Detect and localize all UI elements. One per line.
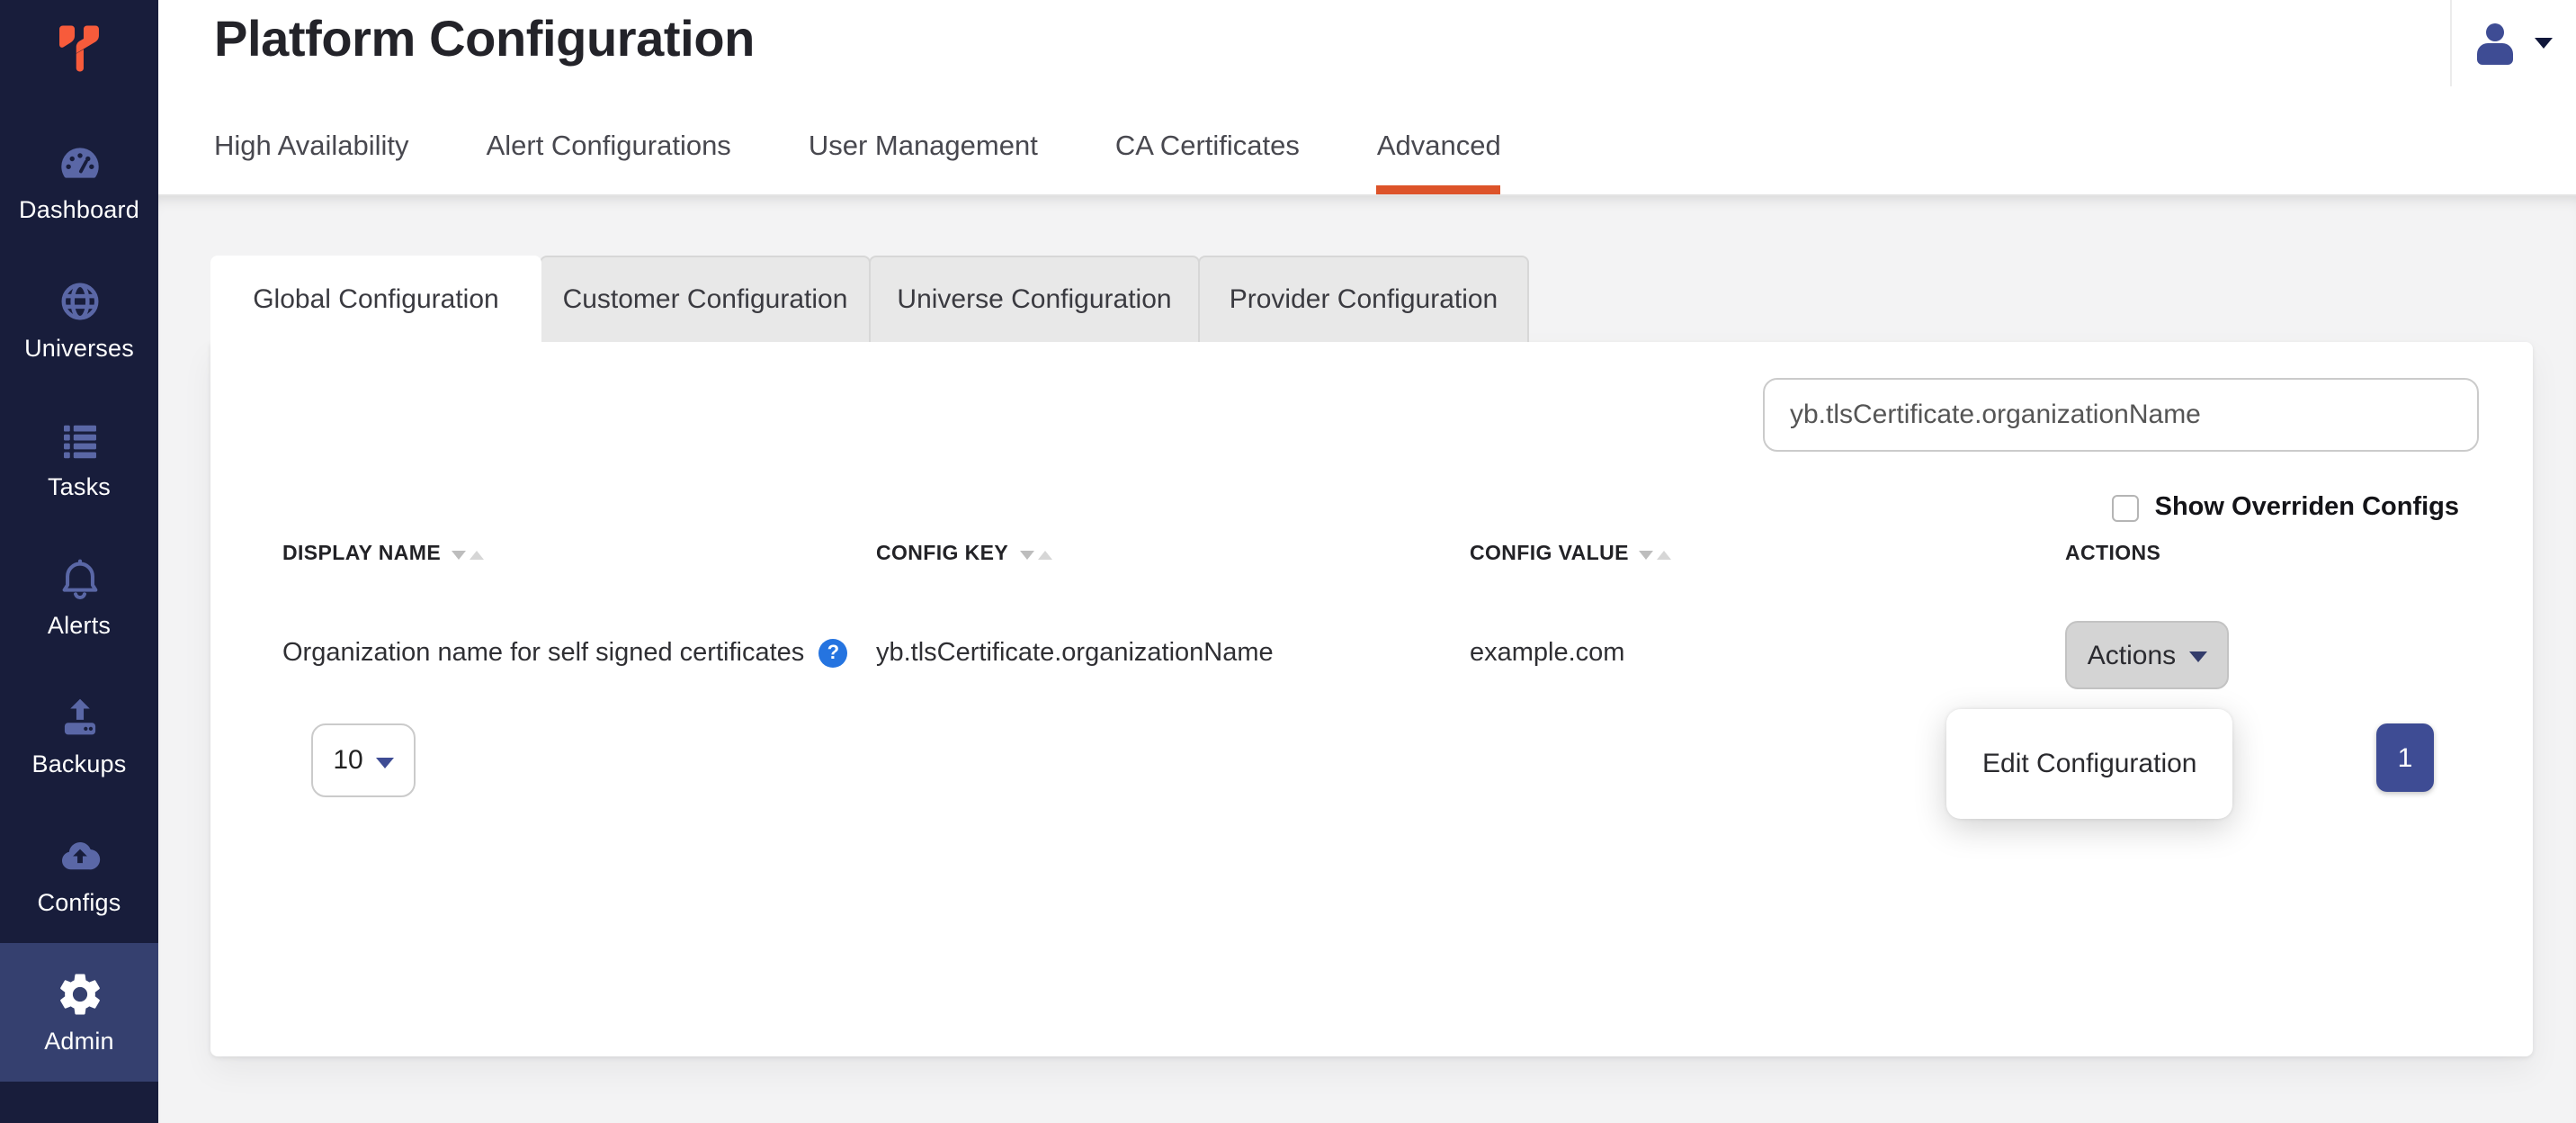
sort-icons (1019, 550, 1051, 559)
subtab-provider-configuration[interactable]: Provider Configuration (1198, 256, 1529, 342)
sidebar-item-tasks[interactable]: Tasks (0, 389, 158, 527)
menu-item-edit-configuration[interactable]: Edit Configuration (1946, 749, 2233, 779)
cell-config-value: example.com (1470, 639, 1624, 668)
tasks-list-icon (55, 416, 103, 464)
sidebar-nav: Dashboard Universes Tasks (0, 112, 158, 1082)
yugabyte-logo-icon (49, 16, 110, 81)
column-header-config-value[interactable]: CONFIG VALUE (1470, 544, 1672, 565)
page-title: Platform Configuration (214, 9, 755, 70)
column-header-actions: ACTIONS (2065, 544, 2160, 565)
help-icon[interactable]: ? (818, 639, 847, 668)
subtab-customer-configuration[interactable]: Customer Configuration (540, 256, 871, 342)
tab-advanced[interactable]: Advanced (1377, 121, 1501, 194)
tab-ca-certificates[interactable]: CA Certificates (1115, 121, 1300, 194)
user-menu[interactable] (2450, 0, 2576, 86)
sidebar-item-label: Universes (24, 335, 134, 362)
sidebar-item-admin[interactable]: Admin (0, 943, 158, 1082)
subtab-global-configuration[interactable]: Global Configuration (210, 256, 541, 344)
tab-alert-configurations[interactable]: Alert Configurations (487, 121, 731, 194)
sidebar-item-alerts[interactable]: Alerts (0, 527, 158, 666)
cell-config-key: yb.tlsCertificate.organizationName (876, 639, 1274, 668)
sidebar-item-backups[interactable]: Backups (0, 666, 158, 804)
content-area: Global Configuration Customer Configurat… (158, 196, 2576, 1123)
configs-cloud-icon (55, 831, 103, 880)
tab-user-management[interactable]: User Management (809, 121, 1038, 194)
screen: Dashboard Universes Tasks (0, 0, 2576, 1123)
sidebar-item-label: Tasks (48, 473, 111, 500)
app-root: Dashboard Universes Tasks (0, 0, 2576, 1123)
sort-asc-icon (1658, 550, 1672, 559)
actions-dropdown-menu: Edit Configuration (1946, 709, 2232, 819)
sort-asc-icon (470, 550, 484, 559)
global-configuration-panel: Show Overriden Configs DISPLAY NAME CONF… (210, 342, 2533, 1056)
config-subtabs: Global Configuration Customer Configurat… (210, 256, 1527, 344)
column-header-display-name[interactable]: DISPLAY NAME (282, 544, 484, 565)
alerts-bell-icon (55, 554, 103, 603)
sort-desc-icon (1640, 550, 1654, 559)
sidebar-item-label: Admin (44, 1028, 114, 1055)
page-size-select[interactable]: 10 (311, 723, 416, 797)
chevron-down-icon (2535, 38, 2553, 49)
column-header-config-key[interactable]: CONFIG KEY (876, 544, 1051, 565)
sidebar-item-dashboard[interactable]: Dashboard (0, 112, 158, 250)
sidebar-item-label: Dashboard (19, 196, 139, 223)
subtab-universe-configuration[interactable]: Universe Configuration (869, 256, 1200, 342)
sidebar: Dashboard Universes Tasks (0, 0, 158, 1123)
show-overridden-configs-toggle[interactable]: Show Overriden Configs (2112, 493, 2459, 522)
sidebar-item-label: Configs (38, 889, 121, 916)
chevron-down-icon (376, 757, 394, 768)
topbar: Platform Configuration High Availability… (158, 0, 2576, 196)
universes-globe-icon (55, 277, 103, 326)
backups-upload-icon (55, 693, 103, 741)
sidebar-item-label: Alerts (48, 612, 111, 639)
sidebar-item-label: Backups (32, 750, 127, 777)
tab-high-availability[interactable]: High Availability (214, 121, 409, 194)
config-search-input[interactable] (1763, 378, 2479, 452)
sort-icons (1640, 550, 1672, 559)
user-icon (2475, 22, 2515, 64)
pagination-page-1-button[interactable]: 1 (2376, 723, 2434, 792)
dashboard-icon (55, 139, 103, 187)
sort-desc-icon (452, 550, 466, 559)
chevron-down-icon (2188, 651, 2206, 662)
sidebar-item-universes[interactable]: Universes (0, 250, 158, 389)
sort-icons (452, 550, 484, 559)
sidebar-item-configs[interactable]: Configs (0, 804, 158, 943)
sort-desc-icon (1019, 550, 1033, 559)
show-overridden-checkbox[interactable] (2112, 494, 2139, 521)
main-tabs: High Availability Alert Configurations U… (214, 121, 1501, 194)
row-actions-button[interactable]: Actions (2065, 621, 2229, 689)
yugabyte-logo[interactable] (0, 16, 158, 81)
show-overridden-label: Show Overriden Configs (2155, 493, 2459, 522)
admin-gear-icon (55, 970, 103, 1019)
sort-asc-icon (1037, 550, 1051, 559)
cell-display-name: Organization name for self signed certif… (282, 639, 847, 668)
